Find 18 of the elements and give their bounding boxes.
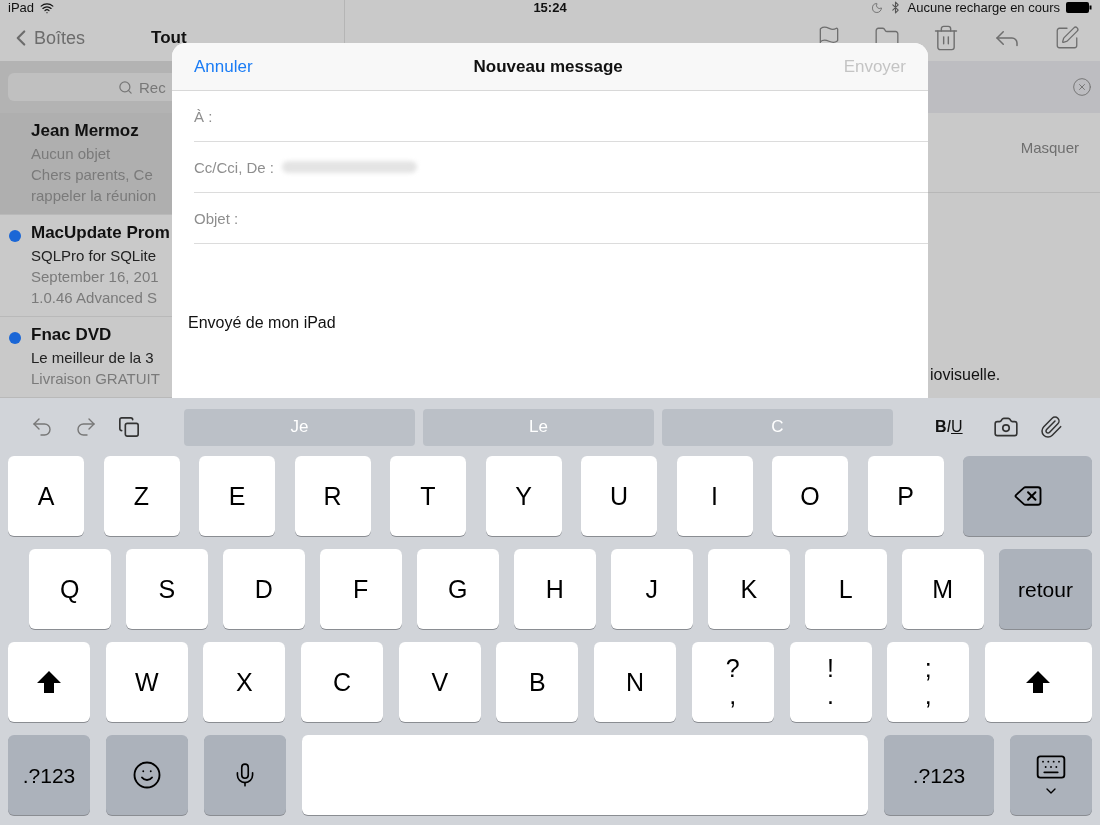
- message-sender: MacUpdate Prom: [31, 222, 170, 244]
- message-subject: Le meilleur de la 3: [31, 348, 154, 368]
- message-sender: Fnac DVD: [31, 324, 112, 346]
- charging-status: Aucune recharge en cours: [907, 0, 1060, 15]
- message-sender: Jean Mermoz: [31, 120, 139, 142]
- message-preview: 1.0.46 Advanced S: [31, 288, 157, 308]
- field-label: Objet :: [194, 209, 239, 227]
- field-label: Cc/Cci, De :: [194, 158, 274, 176]
- signature-text: Envoyé de mon iPad: [188, 314, 337, 332]
- mailbox-title: Tout: [151, 28, 187, 48]
- carrier-label: iPad: [8, 0, 35, 15]
- message-subject: SQLPro for SQLite: [31, 246, 157, 266]
- message-preview: Livraison GRATUIT: [31, 369, 160, 389]
- sheet-title: Nouveau message: [473, 56, 623, 77]
- message-body-text: iovisuelle.: [930, 366, 1001, 384]
- field-label: À :: [194, 107, 213, 125]
- message-preview: September 16, 201: [31, 267, 159, 287]
- clock: 15:24: [533, 0, 567, 15]
